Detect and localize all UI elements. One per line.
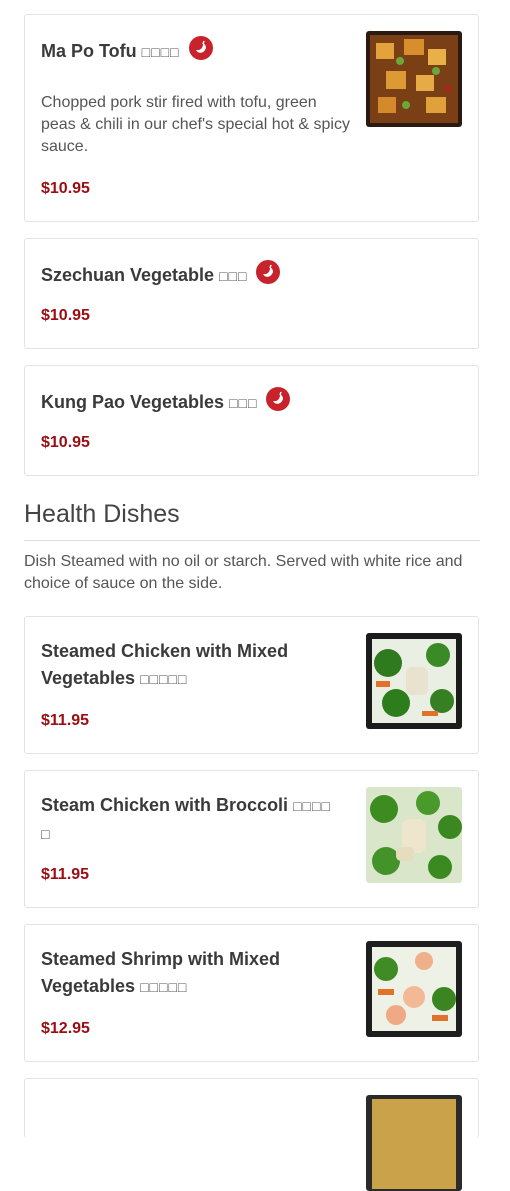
section-description: Dish Steamed with no oil or starch. Serv… bbox=[24, 553, 463, 592]
section-divider bbox=[24, 540, 480, 541]
section-title: Health Dishes bbox=[24, 500, 180, 528]
item-price: $11.95 bbox=[41, 712, 90, 729]
chili-pepper-icon bbox=[188, 36, 213, 60]
item-title: Steamed Chicken with Mixed Vegetables □□… bbox=[41, 641, 289, 688]
item-price: $11.95 bbox=[41, 866, 90, 883]
menu-item-card[interactable]: Szechuan Vegetable □□□ $10.95 bbox=[24, 238, 479, 349]
item-description: Chopped pork stir fired with tofu, green… bbox=[41, 94, 350, 155]
item-title: Kung Pao Vegetables □□□ bbox=[41, 387, 291, 417]
menu-item-card[interactable]: Ma Po Tofu □□□□ Chopped pork stir fired … bbox=[24, 14, 479, 222]
item-title: Steamed Shrimp with Mixed Vegetables □□□… bbox=[41, 949, 281, 996]
food-photo[interactable] bbox=[366, 633, 462, 729]
chili-pepper-icon bbox=[266, 387, 291, 411]
chili-pepper-icon bbox=[256, 260, 281, 284]
item-price: $10.95 bbox=[41, 307, 90, 324]
menu-item-card[interactable] bbox=[24, 1078, 479, 1191]
item-price: $10.95 bbox=[41, 180, 90, 197]
menu-item-card[interactable]: Steam Chicken with Broccoli □□□□ □ $11.9… bbox=[24, 770, 479, 908]
item-title: Szechuan Vegetable □□□ bbox=[41, 260, 281, 290]
menu-item-card[interactable]: Kung Pao Vegetables □□□ $10.95 bbox=[24, 365, 479, 476]
food-photo[interactable] bbox=[366, 787, 462, 883]
item-title: Ma Po Tofu □□□□ bbox=[41, 36, 213, 66]
menu-item-card[interactable]: Steamed Chicken with Mixed Vegetables □□… bbox=[24, 616, 479, 754]
food-photo[interactable] bbox=[366, 941, 462, 1037]
menu-item-card[interactable]: Steamed Shrimp with Mixed Vegetables □□□… bbox=[24, 924, 479, 1062]
item-price: $12.95 bbox=[41, 1020, 90, 1037]
food-photo[interactable] bbox=[366, 31, 462, 127]
item-title: Steam Chicken with Broccoli □□□□ □ bbox=[41, 795, 331, 842]
food-photo[interactable] bbox=[366, 1095, 462, 1191]
item-price: $10.95 bbox=[41, 434, 90, 451]
